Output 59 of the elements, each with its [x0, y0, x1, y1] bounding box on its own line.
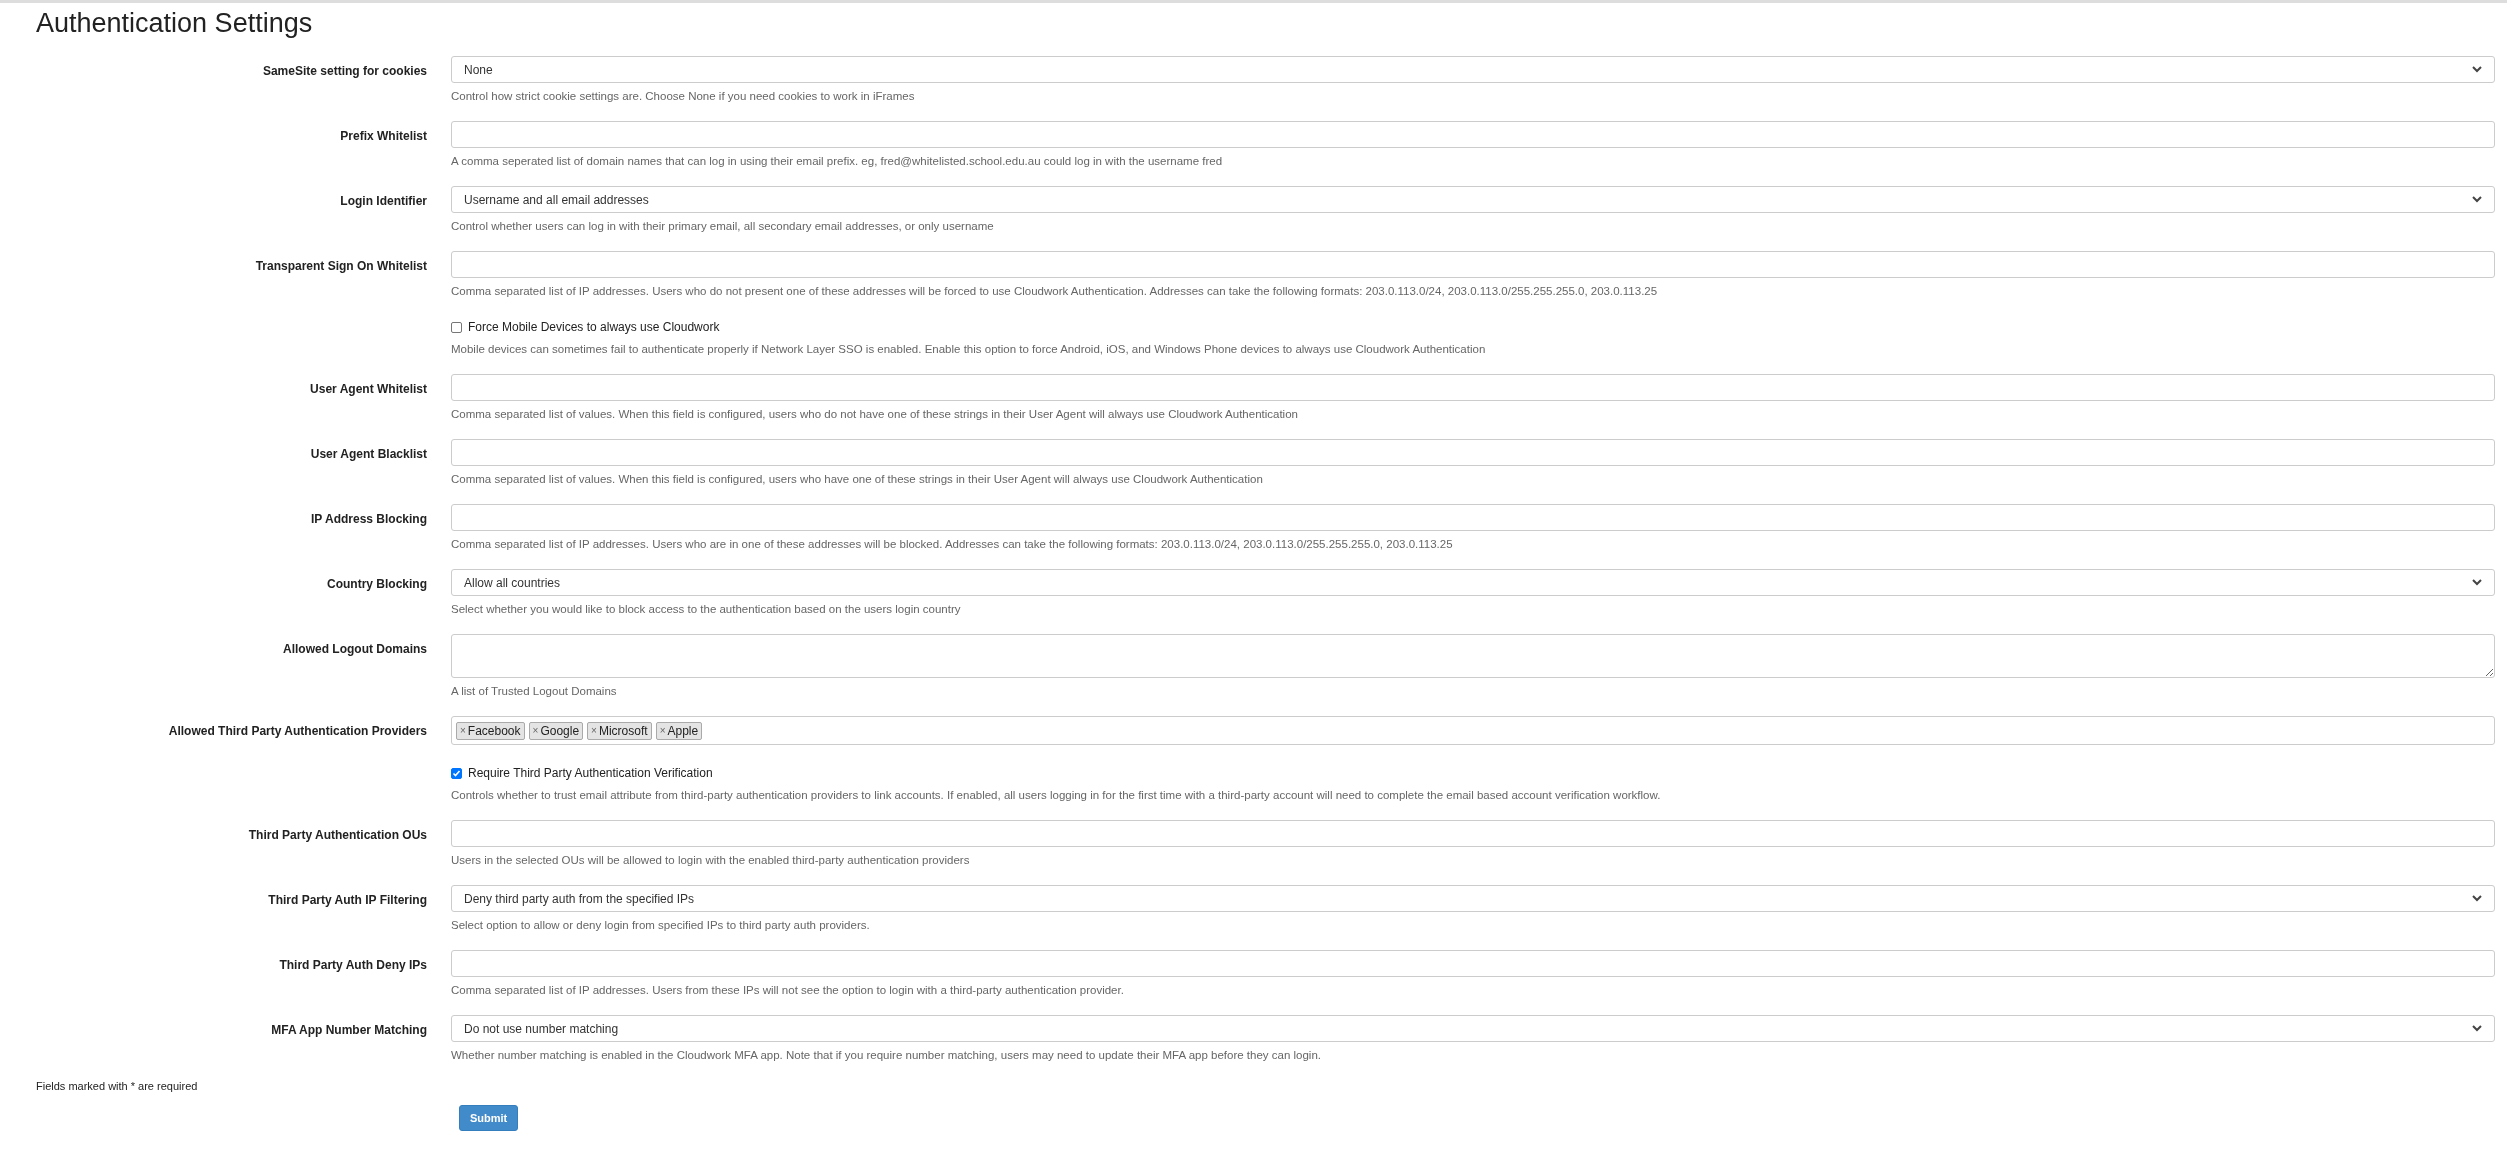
input-field[interactable] — [451, 374, 2495, 401]
help-text: A list of Trusted Logout Domains — [451, 684, 618, 699]
input-field[interactable] — [451, 121, 2495, 148]
checkbox-label: Require Third Party Authentication Verification — [468, 766, 713, 780]
input-field[interactable] — [451, 439, 2495, 466]
tag-chip[interactable]: × Google — [528, 721, 584, 740]
field-label: Third Party Auth IP Filtering — [268, 893, 427, 907]
field-label: Third Party Authentication OUs — [248, 828, 427, 842]
required-note: Fields marked with * are required — [36, 1080, 199, 1092]
field-label: Allowed Logout Domains — [283, 642, 427, 656]
field-label: SameSite setting for cookies — [262, 64, 427, 78]
submit-button[interactable]: Submit — [459, 1105, 519, 1131]
field-label: Country Blocking — [327, 577, 427, 591]
help-text: A comma seperated list of domain names that can log in using their email prefix. eg, fred@whitelisted.school.edu.au could log in with the username fred — [451, 154, 1224, 169]
dropdown[interactable]: Username and all email addresses — [451, 186, 2495, 213]
chevron-down-icon — [2472, 66, 2482, 73]
input-field[interactable] — [451, 504, 2495, 531]
help-text: Comma separated list of values. When this field is configured, users who do not have one of these strings in their User Agent will always use Cloudwork Authentication — [451, 407, 1299, 422]
help-text: Control how strict cookie settings are. Choose None if you need cookies to work in iFrames — [451, 89, 916, 104]
help-text: Control whether users can log in with their primary email, all secondary email addresses, or only username — [451, 219, 995, 234]
field-label: Third Party Auth Deny IPs — [279, 958, 427, 972]
checkbox-label: Force Mobile Devices to always use Cloudwork — [468, 320, 720, 334]
input-field[interactable] — [451, 251, 2495, 278]
tag-chip[interactable]: × Microsoft — [587, 721, 652, 740]
help-text: Comma separated list of IP addresses. Users who are in one of these addresses will be blocked. Addresses can take the following formats: 203.0.113.0/24, 203.0.113.0/255.255.255.0, 203.0.113.25 — [451, 537, 1454, 552]
help-text: Whether number matching is enabled in the Cloudwork MFA app. Note that if you require number matching, users may need to update their MFA app before they can login. — [451, 1048, 1322, 1063]
help-text: Controls whether to trust email attribute from third-party authentication providers to link accounts. If enabled, all users logging in for the first time with a third-party account will need to complete the email based account verification workflow. — [451, 788, 1662, 803]
field-label: User Agent Blacklist — [310, 447, 427, 461]
help-text: Comma separated list of values. When this field is configured, users who have one of these strings in their User Agent will always use Cloudwork Authentication — [451, 472, 1264, 487]
dropdown[interactable]: Deny third party auth from the specified IPs — [451, 885, 2495, 912]
text-area[interactable] — [451, 634, 2495, 678]
field-label: Login Identifier — [340, 194, 427, 208]
chevron-down-icon — [2472, 196, 2482, 203]
help-text: Select option to allow or deny login from specified IPs to third party auth providers. — [451, 918, 871, 933]
dropdown[interactable]: None — [451, 56, 2495, 83]
help-text: Mobile devices can sometimes fail to authenticate properly if Network Layer SSO is enabled. Enable this option to force Android, iOS, and Windows Phone devices to always use Cloudwork Authentication — [451, 342, 1487, 357]
dropdown[interactable]: Do not use number matching — [451, 1015, 2495, 1042]
chevron-down-icon — [2472, 579, 2482, 586]
tag-input-field[interactable]: × Facebook × Google × Microsoft × Apple — [451, 716, 2495, 745]
field-label: Prefix Whitelist — [340, 129, 427, 143]
checkbox[interactable] — [451, 321, 462, 333]
help-text: Comma separated list of IP addresses. Users who do not present one of these addresses will be forced to use Cloudwork Authentication. Addresses can take the following formats: 203.0.113.0/24, 203.0.113.0/255.255.255.0, 203.0.113.25 — [451, 284, 1659, 299]
field-label: IP Address Blocking — [310, 512, 427, 526]
input-field[interactable] — [451, 950, 2495, 977]
field-label: MFA App Number Matching — [271, 1023, 427, 1037]
input-field[interactable] — [451, 820, 2495, 847]
field-label: User Agent Whitelist — [310, 382, 427, 396]
tag-chip[interactable]: × Apple — [655, 721, 703, 740]
page-title: Authentication Settings — [36, 7, 314, 39]
field-label: Allowed Third Party Authentication Providers — [168, 724, 427, 738]
checkbox[interactable] — [451, 767, 462, 779]
tag-chip[interactable]: × Facebook — [456, 721, 525, 740]
dropdown[interactable]: Allow all countries — [451, 569, 2495, 596]
help-text: Comma separated list of IP addresses. Users from these IPs will not see the option to login with a third-party authentication provider. — [451, 983, 1125, 998]
help-text: Select whether you would like to block access to the authentication based on the users login country — [451, 602, 962, 617]
field-label: Transparent Sign On Whitelist — [255, 259, 427, 273]
help-text: Users in the selected OUs will be allowed to login with the enabled third-party authentication providers — [451, 853, 971, 868]
chevron-down-icon — [2472, 1025, 2482, 1032]
chevron-down-icon — [2472, 895, 2482, 902]
